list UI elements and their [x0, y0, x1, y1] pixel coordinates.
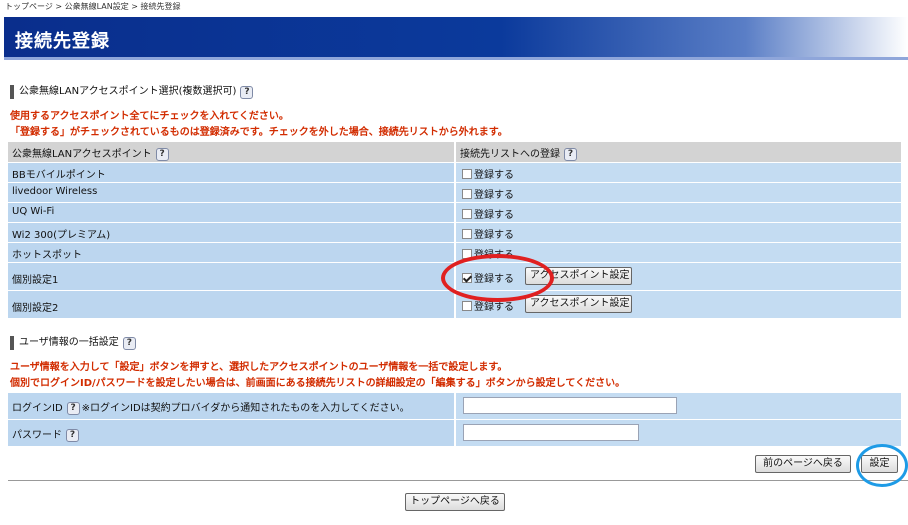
password-label: パスワード? [12, 426, 79, 442]
user-section-title: ユーザ情報の一括設定 [19, 337, 119, 348]
ap-note-2: 「登録する」がチェックされているものは登録済みです。チェックを外した場合、接続先… [10, 127, 508, 138]
page-title: 接続先登録 [15, 31, 110, 52]
user-note-2: 個別でログインID/パスワードを設定したい場合は、前画面にある接続先リストの詳細… [10, 378, 626, 389]
breadcrumb: トップページ > 公衆無線LAN設定 > 接続先登録 [5, 2, 181, 11]
password-input[interactable] [463, 424, 639, 441]
ap-section-title: 公衆無線LANアクセスポイント選択(複数選択可) [19, 86, 237, 97]
divider [8, 480, 908, 481]
ap-name: ホットスポット [12, 250, 82, 261]
ap-note-1: 使用するアクセスポイント全てにチェックを入れてください。 [10, 111, 289, 122]
checkbox-icon[interactable] [462, 188, 472, 199]
col-header-register: 接続先リストへの登録? [460, 145, 577, 161]
register-label: 登録する [474, 230, 514, 241]
register-label: 登録する [474, 302, 514, 313]
login-row: ログインID? ※ログインIDは契約プロバイダから通知されたものを入力してください… [8, 393, 901, 419]
checkbox-icon[interactable] [462, 168, 472, 179]
register-label: 登録する [474, 210, 514, 221]
register-checkbox[interactable]: 登録する [462, 186, 514, 201]
top-page-button[interactable]: トップページへ戻る [405, 493, 505, 511]
help-icon[interactable]: ? [240, 85, 254, 99]
checkbox-icon[interactable] [462, 208, 472, 219]
section-marker [10, 85, 14, 99]
blue-highlight-circle [856, 444, 908, 487]
help-icon[interactable]: ? [66, 428, 79, 442]
user-note-1: ユーザ情報を入力して「設定」ボタンを押すと、選択したアクセスポイントのユーザ情報… [10, 362, 508, 373]
col-header-ap: 公衆無線LANアクセスポイント? [12, 145, 169, 161]
register-label: 登録する [474, 170, 514, 181]
ap-name: Wi2 300(プレミアム) [12, 230, 111, 241]
register-checkbox[interactable]: 登録する [462, 226, 514, 241]
ap-name: 個別設定1 [12, 275, 59, 286]
user-section-heading: ユーザ情報の一括設定? [10, 335, 136, 351]
ap-name: BBモバイルポイント [12, 170, 106, 181]
register-checkbox[interactable]: 登録する [462, 206, 514, 221]
login-note: ※ログインIDは契約プロバイダから通知されたものを入力してください。 [81, 403, 410, 414]
red-highlight-circle [441, 254, 554, 302]
login-id-input[interactable] [463, 397, 677, 414]
ap-row: UQ Wi-Fi 登録する [8, 203, 901, 222]
ap-name: livedoor Wireless [12, 186, 98, 197]
login-label: ログインID? ※ログインIDは契約プロバイダから通知されたものを入力してください… [12, 401, 410, 415]
ap-section-heading: 公衆無線LANアクセスポイント選択(複数選択可)? [10, 84, 254, 100]
register-label: 登録する [474, 190, 514, 201]
ap-name: UQ Wi-Fi [12, 206, 55, 217]
help-icon[interactable]: ? [122, 336, 136, 350]
ap-name: 個別設定2 [12, 303, 59, 314]
section-marker [10, 336, 14, 350]
password-row: パスワード? [8, 420, 901, 446]
ap-settings-button[interactable]: アクセスポイント設定 [525, 295, 632, 313]
help-icon[interactable]: ? [564, 147, 577, 161]
ap-table-header: 公衆無線LANアクセスポイント? 接続先リストへの登録? [8, 142, 901, 162]
ap-row: livedoor Wireless 登録する [8, 183, 901, 202]
checkbox-icon[interactable] [462, 300, 472, 311]
ap-row: BBモバイルポイント 登録する [8, 163, 901, 182]
help-icon[interactable]: ? [66, 401, 80, 415]
register-checkbox[interactable]: 登録する [462, 166, 514, 181]
page-title-bar: 接続先登録 [4, 17, 908, 60]
ap-row: Wi2 300(プレミアム) 登録する [8, 223, 901, 242]
ap-row: 個別設定2 登録する アクセスポイント設定 [8, 291, 901, 318]
back-button[interactable]: 前のページへ戻る [755, 455, 851, 473]
help-icon[interactable]: ? [155, 147, 169, 161]
checkbox-icon[interactable] [462, 228, 472, 239]
ap-row: ホットスポット 登録する [8, 243, 901, 262]
